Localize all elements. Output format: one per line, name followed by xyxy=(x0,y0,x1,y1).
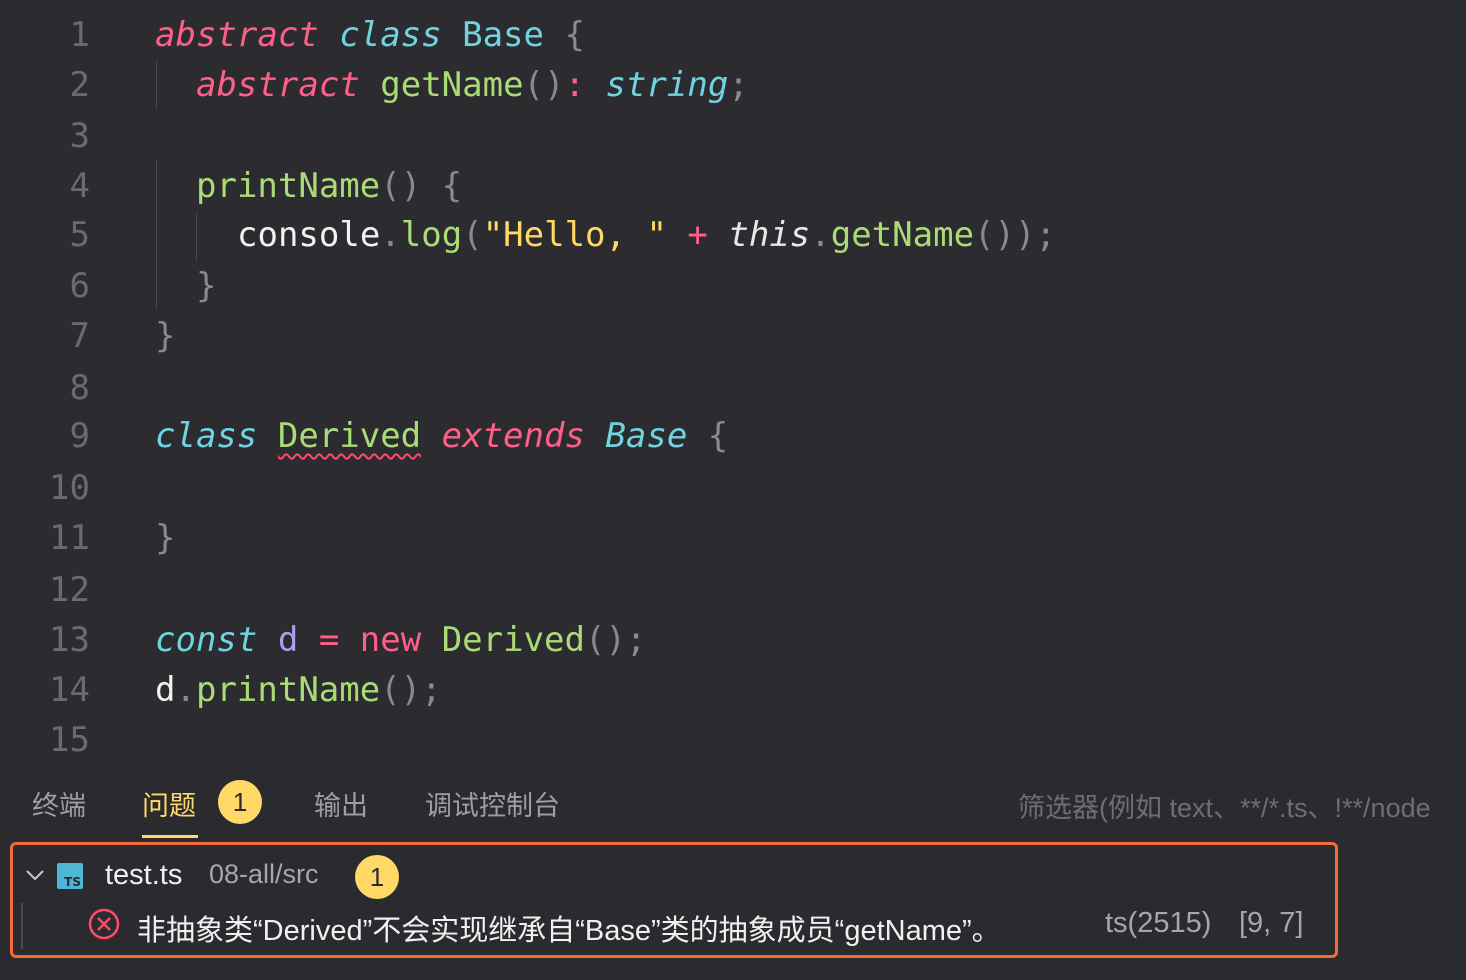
tab-label: 输出 xyxy=(314,791,368,821)
keyword-const: const xyxy=(155,620,258,660)
class-name-derived-error: Derived xyxy=(277,416,422,456)
problem-message-row[interactable]: 非抽象类“Derived”不会实现继承自“Base”类的抽象成员“getName… xyxy=(13,903,1335,949)
method-log: log xyxy=(400,215,463,255)
problem-message: 非抽象类“Derived”不会实现继承自“Base”类的抽象成员“getName… xyxy=(137,915,1001,947)
line-number: 6 xyxy=(69,266,90,306)
class-name-base: Base xyxy=(605,416,688,456)
code-text: class Derived extends Base { xyxy=(155,416,729,456)
keyword-class: class xyxy=(339,15,442,55)
filter-input[interactable]: 筛选器(例如 text、**/*.ts、!**/node xyxy=(1018,786,1431,825)
problem-position: [9, 7] xyxy=(1239,907,1304,939)
code-line-4[interactable]: 4 printName() { xyxy=(0,161,1466,211)
code-line-2[interactable]: 2 abstract getName(): string; xyxy=(0,60,1466,110)
keyword-class: class xyxy=(155,416,258,456)
keyword-new: new xyxy=(359,620,422,660)
code-line-6[interactable]: 6 } xyxy=(0,261,1466,311)
code-text: } xyxy=(155,518,176,558)
code-text: const d = new Derived(); xyxy=(155,620,647,660)
keyword-abstract: abstract xyxy=(155,15,319,55)
code-line-13[interactable]: 13 const d = new Derived(); xyxy=(0,615,1466,665)
bottom-panel: 终端 问题 1 输出 调试控制台 筛选器(例如 text、**/*.ts、!**… xyxy=(0,760,1466,980)
tab-label: 问题 xyxy=(142,791,196,821)
line-number: 15 xyxy=(49,720,90,760)
code-text: } xyxy=(155,316,176,356)
problems-count-badge: 1 xyxy=(218,780,262,824)
string-literal: "Hello, " xyxy=(482,215,667,255)
line-number: 3 xyxy=(69,116,90,156)
method-getname: getName xyxy=(830,215,975,255)
active-tab-indicator xyxy=(142,835,198,838)
panel-tabs: 终端 问题 1 输出 调试控制台 筛选器(例如 text、**/*.ts、!**… xyxy=(0,760,1466,840)
code-line-11[interactable]: 11 } xyxy=(0,513,1466,563)
variable-d: d xyxy=(155,670,176,710)
line-number: 10 xyxy=(49,468,90,508)
chevron-down-icon[interactable] xyxy=(23,863,47,887)
open-brace: { xyxy=(564,15,585,55)
code-editor[interactable]: 1 abstract class Base { 2 abstract getNa… xyxy=(0,0,1466,760)
line-number: 9 xyxy=(69,416,90,456)
code-text: } xyxy=(196,266,217,306)
typescript-file-icon: TS xyxy=(57,863,83,889)
code-line-1[interactable]: 1 abstract class Base { xyxy=(0,10,1466,60)
code-line-7[interactable]: 7 } xyxy=(0,311,1466,361)
line-number: 11 xyxy=(49,518,90,558)
code-line-12[interactable]: 12 xyxy=(0,565,1466,615)
code-line-14[interactable]: 14 d.printName(); xyxy=(0,665,1466,715)
code-line-10[interactable]: 10 xyxy=(0,463,1466,513)
tab-label: 调试控制台 xyxy=(425,791,560,821)
code-text: abstract class Base { xyxy=(155,10,585,60)
keyword-abstract: abstract xyxy=(196,65,360,105)
problem-code: ts(2515) xyxy=(1105,907,1212,939)
line-number: 1 xyxy=(69,15,90,55)
class-name-derived: Derived xyxy=(441,620,585,660)
problems-list: TS test.ts 08-all/src 1 非抽象类“Derived”不会实… xyxy=(10,842,1338,958)
problem-file-path: 08-all/src xyxy=(209,859,319,889)
method-printname: printName xyxy=(196,166,381,206)
method-getname: getName xyxy=(380,65,524,105)
line-number: 4 xyxy=(69,166,90,206)
class-name-base: Base xyxy=(462,15,544,55)
identifier-console: console xyxy=(237,215,381,255)
line-number: 13 xyxy=(49,620,90,660)
code-text: console.log("Hello, " + this.getName()); xyxy=(237,215,1056,255)
line-number: 8 xyxy=(69,368,90,408)
file-problem-count-badge: 1 xyxy=(355,855,399,899)
code-line-9[interactable]: 9 class Derived extends Base { xyxy=(0,411,1466,461)
tab-debug-console[interactable]: 调试控制台 xyxy=(425,784,560,834)
line-number: 2 xyxy=(69,65,90,105)
code-line-15[interactable]: 15 xyxy=(0,715,1466,765)
variable-d: d xyxy=(277,620,299,660)
code-text: abstract getName(): string; xyxy=(196,65,749,105)
code-text: d.printName(); xyxy=(155,670,442,710)
line-number: 14 xyxy=(49,670,90,710)
problem-file-name: test.ts xyxy=(105,859,183,891)
keyword-this: this xyxy=(728,215,811,255)
tab-terminal[interactable]: 终端 xyxy=(32,784,86,834)
line-number: 12 xyxy=(49,570,90,610)
line-number: 5 xyxy=(69,215,90,255)
code-text: printName() { xyxy=(196,166,463,206)
tab-problems[interactable]: 问题 xyxy=(142,784,198,838)
method-printname: printName xyxy=(195,670,381,710)
code-line-8[interactable]: 8 xyxy=(0,363,1466,413)
tab-label: 终端 xyxy=(32,791,86,821)
code-line-5[interactable]: 5 console.log("Hello, " + this.getName()… xyxy=(0,210,1466,260)
error-icon xyxy=(88,908,120,940)
type-string: string xyxy=(605,65,729,105)
ts-icon-label: TS xyxy=(64,875,81,889)
keyword-extends: extends xyxy=(441,416,585,456)
line-number: 7 xyxy=(69,316,90,356)
problem-file-row[interactable]: TS test.ts 08-all/src 1 xyxy=(13,853,1335,899)
tab-output[interactable]: 输出 xyxy=(314,784,368,834)
code-line-3[interactable]: 3 xyxy=(0,111,1466,161)
